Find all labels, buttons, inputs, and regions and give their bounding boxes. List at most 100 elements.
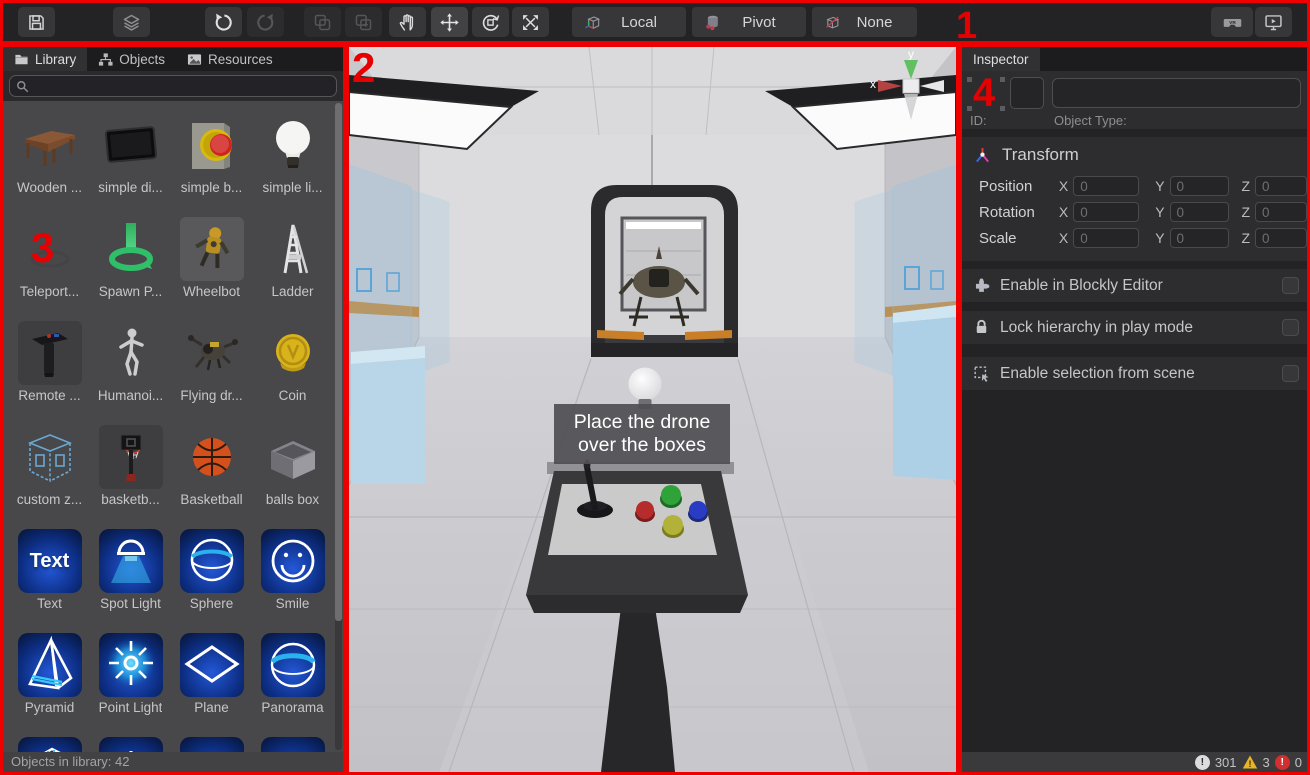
library-item[interactable]: basketb... — [90, 425, 171, 529]
selection-icon — [972, 364, 991, 383]
blockly-checkbox[interactable] — [1282, 277, 1299, 294]
warning-badge-icon[interactable]: ! — [1242, 754, 1258, 770]
library-item[interactable]: simple b... — [171, 113, 252, 217]
scale-x-input[interactable]: 0 — [1073, 228, 1139, 248]
search-box — [9, 75, 337, 97]
axis-y-label: Y — [1155, 178, 1164, 194]
library-item[interactable]: custom z... — [9, 425, 90, 529]
no-snap-cube-icon — [822, 12, 842, 32]
balls-box-icon — [261, 425, 325, 489]
scene-viewport[interactable]: Place the drone over the boxes y x 2 — [346, 44, 959, 775]
rotation-row: Rotation X0 Y0 Z0 — [962, 199, 1307, 225]
blue-box-right[interactable] — [893, 305, 956, 480]
rotation-label: Rotation — [979, 204, 1059, 221]
library-item-partial[interactable] — [171, 737, 252, 752]
position-y-input[interactable]: 0 — [1170, 176, 1230, 196]
rotation-y-input[interactable]: 0 — [1170, 202, 1230, 222]
library-item[interactable]: Smile — [252, 529, 333, 633]
library-item[interactable]: Panorama — [252, 633, 333, 737]
library-item[interactable]: Pyramid — [9, 633, 90, 737]
rotation-x-input[interactable]: 0 — [1073, 202, 1139, 222]
notification-status-bar: ! 301 ! 3 ! 0 — [962, 752, 1307, 772]
info-badge-icon[interactable]: ! — [1195, 755, 1210, 770]
spot-light-icon — [99, 529, 163, 593]
scale-icon — [520, 12, 541, 33]
object-type-field[interactable] — [1052, 78, 1301, 108]
library-item[interactable]: Text Text — [9, 529, 90, 633]
library-item[interactable]: Spot Light — [90, 529, 171, 633]
library-item[interactable]: Teleport... — [9, 217, 90, 321]
tab-inspector[interactable]: Inspector — [962, 47, 1040, 71]
library-item[interactable]: Flying dr... — [171, 321, 252, 425]
error-badge-icon[interactable]: ! — [1275, 755, 1290, 770]
lock-hierarchy-checkbox[interactable] — [1282, 319, 1299, 336]
inspector-header-block: ID: Object Type: — [962, 71, 1307, 129]
scene-selection-label: Enable selection from scene — [1000, 365, 1282, 383]
library-scrollbar[interactable] — [335, 103, 342, 750]
vr-preview-button[interactable]: VR — [1211, 7, 1253, 37]
library-item-label: simple li... — [262, 180, 322, 195]
library-item[interactable]: Remote ... — [9, 321, 90, 425]
annotation-region-1: 1 — [956, 7, 977, 45]
blue-box-left[interactable] — [351, 346, 425, 484]
paste-button[interactable] — [345, 7, 382, 37]
position-x-input[interactable]: 0 — [1073, 176, 1139, 196]
snap-mode-value: None — [842, 14, 907, 31]
tab-objects[interactable]: Objects — [87, 47, 176, 71]
layers-button[interactable] — [113, 7, 150, 37]
rotate-tool-button[interactable] — [472, 7, 509, 37]
library-item[interactable]: balls box — [252, 425, 333, 529]
library-item[interactable]: Coin — [252, 321, 333, 425]
snap-mode-dropdown[interactable]: None — [812, 7, 917, 37]
transform-header[interactable]: Transform — [962, 137, 1307, 173]
gizmo-y-label: y — [908, 47, 914, 61]
save-button[interactable] — [18, 7, 55, 37]
library-item[interactable]: Sphere — [171, 529, 252, 633]
library-item[interactable]: Ladder — [252, 217, 333, 321]
library-item-label: Ladder — [271, 284, 313, 299]
scale-z-input[interactable]: 0 — [1255, 228, 1307, 248]
move-icon — [439, 12, 460, 33]
library-item[interactable]: simple di... — [90, 113, 171, 217]
scale-y-input[interactable]: 0 — [1170, 228, 1230, 248]
desktop-preview-button[interactable] — [1255, 7, 1292, 37]
library-item-partial[interactable] — [90, 737, 171, 752]
ladder-icon — [261, 217, 325, 281]
gizmo-cube[interactable] — [903, 79, 919, 93]
library-item-label: custom z... — [17, 492, 82, 507]
library-item[interactable]: Humanoi... — [90, 321, 171, 425]
object-id-field[interactable] — [1010, 77, 1044, 109]
redo-button[interactable] — [247, 7, 284, 37]
library-item[interactable]: Wheelbot — [171, 217, 252, 321]
tab-resources[interactable]: Resources — [176, 47, 284, 71]
library-item[interactable]: Plane — [171, 633, 252, 737]
library-item-partial[interactable] — [9, 737, 90, 752]
library-item[interactable]: Point Light — [90, 633, 171, 737]
save-icon — [26, 12, 47, 33]
pan-tool-button[interactable] — [389, 7, 426, 37]
position-z-input[interactable]: 0 — [1255, 176, 1307, 196]
coordinate-space-dropdown[interactable]: Local — [572, 7, 686, 37]
axis-x-label: X — [1059, 230, 1068, 246]
library-item-label: balls box — [266, 492, 319, 507]
library-item[interactable]: simple li... — [252, 113, 333, 217]
library-item-partial[interactable] — [252, 737, 333, 752]
layers-icon — [121, 12, 142, 33]
search-input[interactable] — [33, 79, 330, 94]
pivot-mode-dropdown[interactable]: Pivot — [692, 7, 806, 37]
scrollbar-thumb[interactable] — [335, 103, 342, 621]
library-item[interactable]: Wooden ... — [9, 113, 90, 217]
inspector-tabstrip: Inspector — [962, 47, 1307, 71]
image-icon — [187, 52, 202, 67]
tab-library[interactable]: Library — [3, 47, 87, 71]
scene-selection-checkbox[interactable] — [1282, 365, 1299, 382]
scale-tool-button[interactable] — [512, 7, 549, 37]
library-item[interactable]: Basketball — [171, 425, 252, 529]
move-tool-button[interactable] — [431, 7, 468, 37]
coordinate-space-value: Local — [602, 14, 676, 31]
rotation-z-input[interactable]: 0 — [1255, 202, 1307, 222]
undo-button[interactable] — [205, 7, 242, 37]
copy-button[interactable] — [304, 7, 341, 37]
scene-canvas[interactable]: Place the drone over the boxes y x — [349, 47, 956, 772]
library-item[interactable]: Spawn P... — [90, 217, 171, 321]
